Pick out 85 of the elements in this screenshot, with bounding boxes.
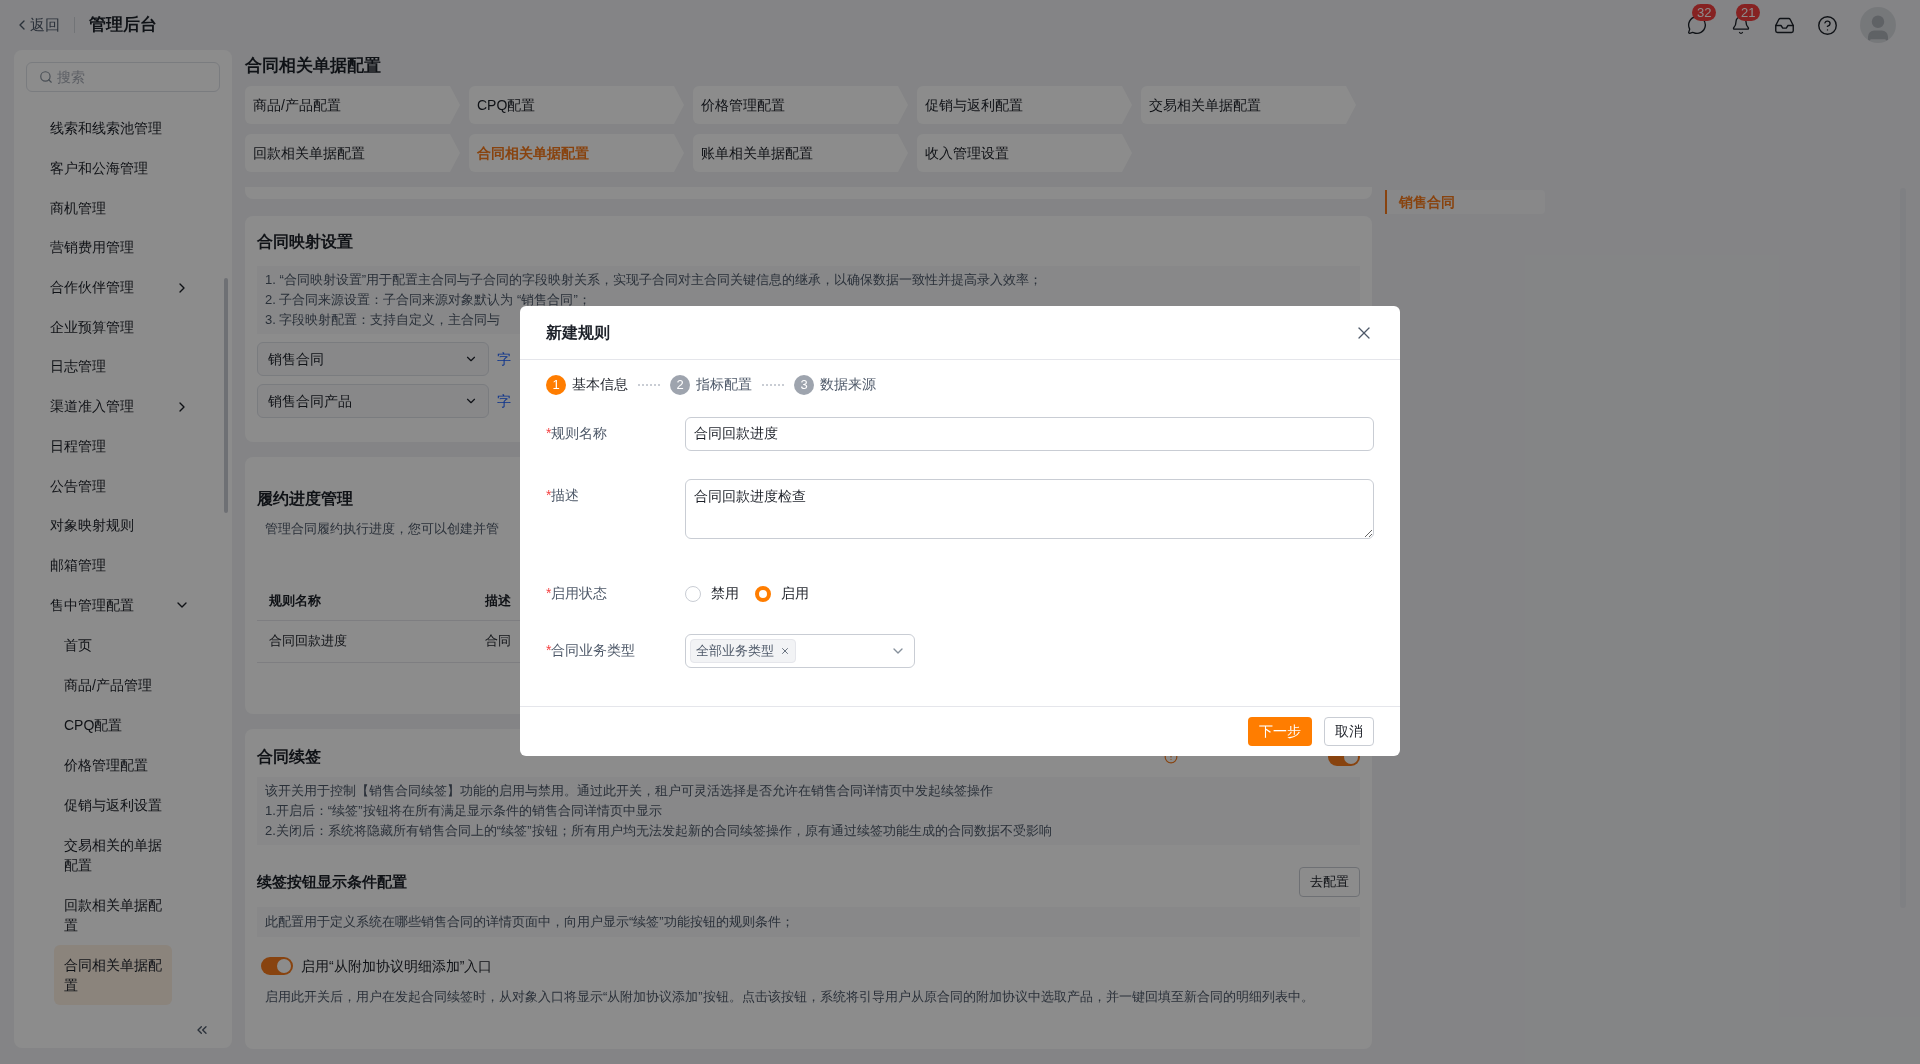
sidebar-item[interactable]: 企业预算管理: [26, 307, 220, 348]
note-text: 2.关闭后：系统将隐藏所有销售合同上的“续签”按钮；所有用户均无法发起新的合同续签操作，原有通过续签功能生成的合同数据不受影响: [265, 822, 1053, 840]
section-title: 合同续签: [257, 747, 321, 767]
sidebar-subitem[interactable]: 价格管理配置: [54, 744, 172, 785]
required-asterisk: *: [546, 486, 552, 505]
rule-name-field[interactable]: 合同回款进度: [685, 417, 1374, 451]
config-tab[interactable]: 回款相关单据配置: [245, 134, 460, 172]
note-text: 该开关用于控制【销售合同续签】功能的启用与禁用。通过此开关，租户可灵活选择是否允许在销售合同详情页中发起续签操作: [265, 782, 994, 800]
sidebar-item[interactable]: 对象映射规则: [26, 505, 220, 546]
required-asterisk: *: [546, 584, 552, 603]
sidebar-subitem[interactable]: 商品/产品管理: [54, 664, 172, 705]
type-tag: 全部业务类型: [690, 639, 796, 663]
sidebar-item[interactable]: 邮箱管理: [26, 545, 220, 586]
back-link[interactable]: 返回: [14, 13, 60, 37]
sidebar-item[interactable]: 日志管理: [26, 347, 220, 387]
sidebar-item[interactable]: 客户和公海管理: [26, 148, 220, 189]
step-label: 指标配置: [696, 375, 752, 394]
count-badge: 21: [1736, 4, 1761, 21]
sidebar-item[interactable]: 营销费用管理: [26, 228, 220, 268]
step-dots: [762, 383, 784, 386]
required-asterisk: *: [546, 641, 552, 660]
config-tab[interactable]: 账单相关单据配置: [693, 134, 908, 172]
config-tab[interactable]: 收入管理设置: [917, 134, 1132, 172]
sidebar-subitem[interactable]: 回款相关单据配置: [54, 884, 172, 945]
note-text: 1.开启后：“续签”按钮将在所有满足显示条件的销售合同详情页中显示: [265, 802, 663, 820]
sidebar-subitem[interactable]: 合同相关单据配置: [54, 944, 172, 1005]
section-title: 履约进度管理: [257, 489, 353, 509]
sidebar-item[interactable]: 公告管理: [26, 466, 220, 506]
column-header: 描述: [484, 592, 511, 611]
step-number: 1: [546, 374, 566, 395]
config-tab[interactable]: 促销与返利配置: [917, 86, 1132, 124]
business-type-select[interactable]: 全部业务类型: [685, 634, 915, 668]
object-select[interactable]: 销售合同: [257, 342, 489, 376]
status-radio[interactable]: 启用: [755, 583, 809, 604]
step-label: 基本信息: [572, 375, 628, 394]
sidebar-item[interactable]: 售中管理配置: [26, 585, 220, 625]
table-cell-text: 合同回款进度: [268, 632, 348, 651]
description-text: 管理合同履约执行进度，您可以创建并管: [264, 520, 500, 538]
step-number: 3: [794, 374, 814, 395]
column-header: 规则名称: [268, 592, 322, 611]
sidebar-item[interactable]: 渠道准入管理: [26, 386, 220, 427]
table-cell-text: 合同: [484, 632, 511, 651]
cancel-button[interactable]: 取消: [1324, 717, 1374, 746]
sidebar-item[interactable]: 线索和线索池管理: [26, 109, 220, 149]
note-text: 3. 字段映射配置：支持自定义，主合同与: [265, 311, 502, 329]
notes-text: 此配置用于定义系统在哪些销售合同的详情页面中，向用户显示“续签”功能按钮的规则条件；: [257, 907, 1360, 937]
config-tab[interactable]: 交易相关单据配置: [1141, 86, 1356, 124]
sidebar-item[interactable]: 合作伙伴管理: [26, 267, 220, 308]
sidebar-subitem[interactable]: 促销与返利设置: [54, 784, 172, 825]
field-label: 合同业务类型: [551, 641, 636, 660]
help-icon[interactable]: [1817, 14, 1838, 36]
description-field[interactable]: 合同回款进度检查: [685, 479, 1374, 539]
section-title: 合同映射设置: [257, 232, 354, 252]
status-radio[interactable]: 禁用: [685, 583, 739, 604]
step-number: 2: [670, 374, 690, 395]
page-title: 合同相关单据配置: [245, 55, 382, 77]
subsection-title: 续签按钮显示条件配置: [257, 871, 407, 892]
sidebar-subitem[interactable]: 首页: [54, 624, 172, 665]
description-text: 启用此开关后，用户在发起合同续签时，从对象入口将显示“从附加协议添加”按钮。点击该按钮，系统将引导用户从原合同的附加协议中选取产品，并一键回填至新合同的明细列表中。: [264, 987, 1315, 1006]
step-dots: [638, 383, 660, 386]
field-link[interactable]: 字: [497, 390, 511, 412]
count-badge: 32: [1692, 4, 1717, 21]
remove-icon[interactable]: [780, 646, 790, 656]
configure-button[interactable]: 去配置: [1299, 867, 1360, 897]
config-tab[interactable]: 价格管理配置: [693, 86, 908, 124]
search-icon: [39, 70, 53, 84]
required-asterisk: *: [546, 424, 552, 443]
field-label: 描述: [551, 486, 580, 505]
config-tab[interactable]: 商品/产品配置: [245, 86, 460, 124]
app-title: 管理后台: [89, 14, 157, 37]
note-text: 2. 子合同来源设置：子合同来源对象默认为 “销售合同”；: [265, 291, 592, 309]
sidebar-subitem[interactable]: 交易相关的单据配置: [54, 824, 172, 885]
field-label: 启用状态: [551, 584, 608, 603]
toggle-label: 启用“从附加协议明细添加”入口: [301, 956, 493, 976]
step-label: 数据来源: [820, 375, 876, 394]
chat-icon: [1687, 15, 1707, 35]
field-link[interactable]: 字: [497, 348, 511, 370]
sidebar-subitem[interactable]: CPQ配置: [54, 704, 172, 745]
config-tab[interactable]: CPQ配置: [469, 86, 684, 124]
sidebar-item[interactable]: 商机管理: [26, 188, 220, 229]
object-select[interactable]: 销售合同产品: [257, 384, 489, 418]
addon-toggle[interactable]: [261, 957, 293, 975]
field-label: 规则名称: [551, 424, 608, 443]
sidebar-item[interactable]: 日程管理: [26, 426, 220, 467]
dialog-title: 新建规则: [546, 322, 610, 343]
